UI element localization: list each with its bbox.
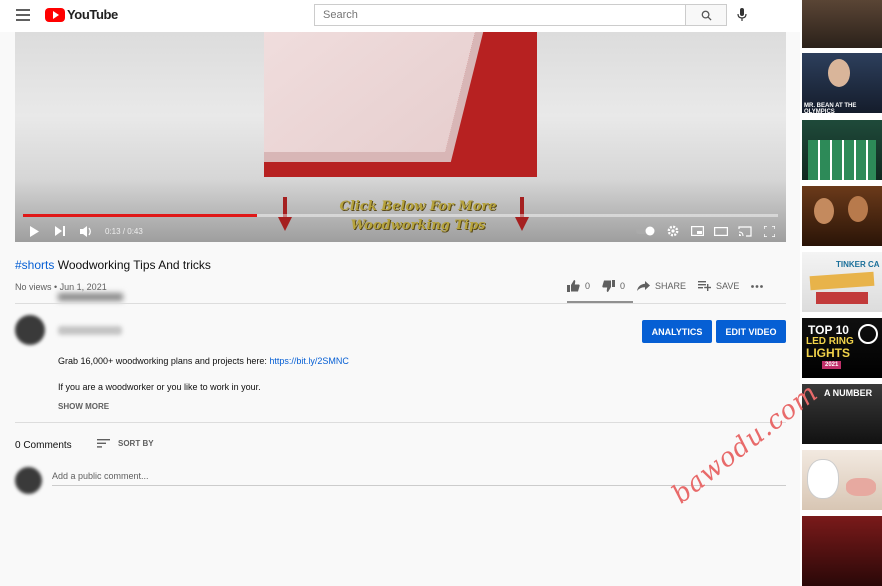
thumbs-down-icon [602, 280, 616, 292]
video-actions: 0 0 SHARE SAVE [567, 280, 780, 292]
playlist-add-icon [698, 281, 712, 291]
progress-fill [23, 214, 258, 217]
dislike-button[interactable]: 0 [602, 280, 625, 292]
save-button[interactable]: SAVE [698, 281, 739, 291]
food-image [846, 478, 876, 496]
banner-image [809, 271, 875, 291]
save-label: SAVE [716, 281, 740, 291]
logo-text: YouTube [67, 7, 118, 22]
sort-icon [97, 439, 110, 448]
thumbnail-caption: A NUMBER [824, 388, 873, 398]
share-icon [637, 281, 651, 291]
hashtag-link[interactable]: #shorts [15, 258, 54, 272]
like-count: 0 [585, 281, 591, 291]
skip-next-icon [55, 226, 65, 236]
cast-icon [738, 225, 752, 237]
divider [15, 303, 786, 304]
video-meta: No views • Jun 1, 2021 [15, 282, 107, 292]
top-bar: YouTube [0, 0, 800, 32]
thumbnail-caption: MR. BEAN AT THE OLYMPICS [804, 103, 857, 113]
autoplay-toggle[interactable] [636, 224, 656, 238]
search-icon [701, 10, 712, 21]
banner-image [816, 292, 868, 304]
description-text: Grab 16,000+ woodworking plans and proje… [58, 356, 270, 366]
thumbs-up-icon [567, 280, 580, 292]
related-video-thumbnail[interactable] [802, 120, 882, 180]
sort-button[interactable]: SORT BY [97, 439, 154, 448]
youtube-logo[interactable]: YouTube [45, 7, 118, 22]
youtube-logo-icon [45, 7, 65, 22]
fullscreen-button[interactable] [762, 224, 776, 238]
player-controls: 0:13 / 0:43 [15, 220, 786, 242]
ring-light-image [858, 324, 878, 344]
channel-avatar[interactable] [15, 315, 45, 345]
volume-button[interactable] [79, 224, 93, 238]
search-button[interactable] [686, 4, 727, 26]
cat-image [808, 460, 838, 498]
related-video-thumbnail[interactable]: TINKER CA [802, 252, 882, 312]
sort-label: SORT BY [118, 439, 154, 448]
related-video-thumbnail[interactable]: TOP 10 LED RING LIGHTS 2021 [802, 318, 882, 378]
description-link[interactable]: https://bit.ly/2SMNC [269, 356, 349, 366]
thumbnail-caption-1: TOP 10 [808, 323, 849, 337]
related-video-thumbnail[interactable] [802, 186, 882, 246]
time-display: 0:13 / 0:43 [105, 226, 143, 236]
related-video-thumbnail[interactable]: MR. BEAN AT THE OLYMPICS [802, 53, 882, 113]
share-label: SHARE [655, 281, 687, 291]
like-button[interactable]: 0 [567, 280, 590, 292]
user-avatar [15, 467, 42, 494]
miniplayer-button[interactable] [690, 224, 704, 238]
dislike-count: 0 [620, 281, 626, 291]
foam-board-image [264, 32, 483, 152]
microphone-icon[interactable] [737, 8, 747, 22]
search-input[interactable] [314, 4, 686, 26]
more-horizontal-icon [751, 284, 764, 288]
play-icon [30, 225, 39, 237]
analytics-button[interactable]: ANALYTICS [642, 320, 712, 343]
face-image [848, 196, 868, 222]
share-button[interactable]: SHARE [637, 281, 686, 291]
cast-button[interactable] [738, 224, 752, 238]
description-line-1: Grab 16,000+ woodworking plans and proje… [58, 356, 349, 366]
related-video-thumbnail[interactable] [802, 516, 882, 586]
divider [15, 422, 786, 423]
theater-button[interactable] [714, 224, 728, 238]
theater-icon [714, 226, 728, 236]
comment-input[interactable]: Add a public comment... [52, 471, 149, 481]
description-line-2: If you are a woodworker or you like to w… [58, 382, 261, 392]
related-video-thumbnail[interactable] [802, 450, 882, 510]
thumbnail-caption: TINKER CA [836, 260, 880, 269]
comments-count: 0 Comments [15, 440, 72, 451]
volume-icon [79, 225, 91, 237]
channel-name-blurred[interactable] [58, 326, 122, 335]
face-image [814, 198, 834, 224]
settings-button[interactable] [666, 224, 680, 238]
edit-video-button[interactable]: EDIT VIDEO [716, 320, 786, 343]
play-button[interactable] [27, 224, 41, 238]
face-image [828, 59, 850, 87]
miniplayer-icon [690, 226, 704, 236]
thumbnail-year: 2021 [822, 361, 842, 369]
next-button[interactable] [53, 224, 67, 238]
related-video-thumbnail[interactable] [802, 0, 882, 48]
video-player[interactable]: Click Below For More Woodworking Tips 0:… [15, 32, 786, 242]
autoplay-icon [636, 226, 655, 236]
progress-bar[interactable] [23, 214, 778, 217]
thumbnail-caption-3: LIGHTS [806, 346, 850, 360]
gear-icon [667, 225, 679, 237]
players-image [808, 140, 876, 180]
related-videos-sidebar: MR. BEAN AT THE OLYMPICS TINKER CA TOP 1… [800, 0, 882, 586]
blurred-region [58, 293, 123, 301]
more-actions-button[interactable] [751, 284, 768, 288]
show-more-button[interactable]: SHOW MORE [58, 402, 109, 411]
video-frame [264, 32, 537, 177]
video-title: #shorts Woodworking Tips And tricks [15, 258, 211, 272]
menu-icon[interactable] [16, 9, 30, 21]
fullscreen-icon [763, 225, 775, 237]
title-text: Woodworking Tips And tricks [57, 258, 211, 272]
